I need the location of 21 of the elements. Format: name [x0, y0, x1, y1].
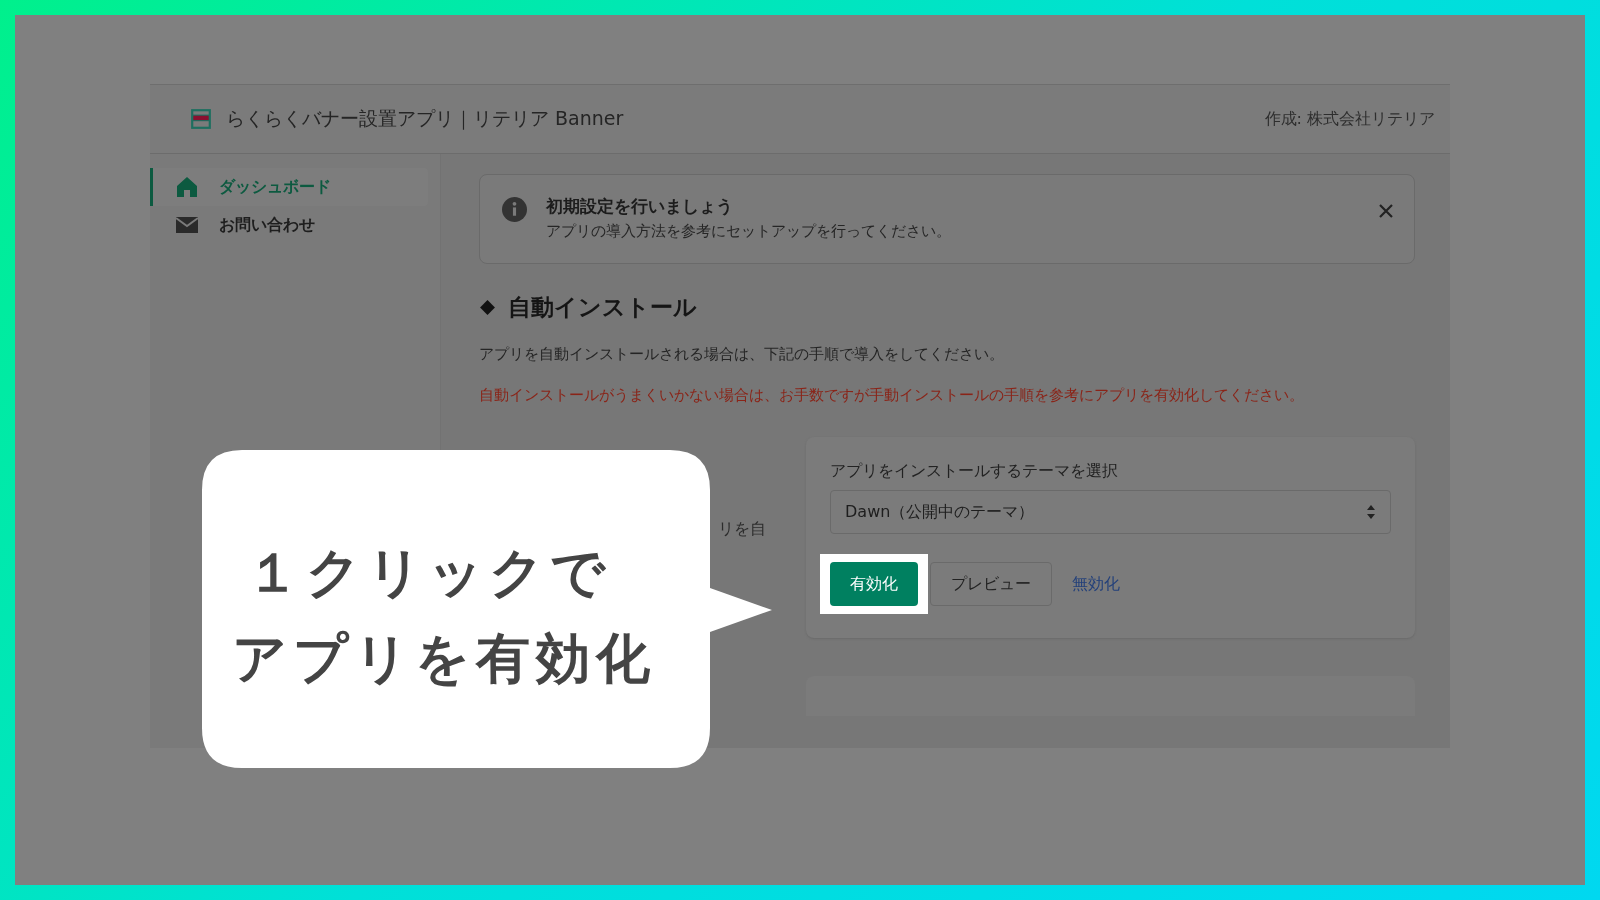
intro-text: アプリを自動インストールされる場合は、下記の手順で導入をしてください。 — [479, 345, 1005, 364]
home-icon — [175, 175, 199, 199]
activate-button[interactable]: 有効化 — [830, 562, 918, 607]
select-label: アプリをインストールするテーマを選択 — [830, 461, 1119, 483]
select-arrows-icon — [1366, 504, 1376, 521]
banner-logo-icon — [190, 108, 212, 130]
notice-text: アプリの導入方法を参考にセットアップを行ってください。 — [546, 222, 952, 241]
section-title: 自動インストール — [508, 293, 697, 322]
app-title: らくらくバナー設置アプリ｜リテリア Banner — [226, 106, 624, 132]
info-icon — [502, 197, 527, 222]
deactivate-link[interactable]: 無効化 — [1072, 573, 1120, 595]
warning-text: 自動インストールがうまくいかない場合は、お手数ですが手動インストールの手順を参考にアプリを有効化してください。 — [479, 385, 1305, 406]
description-text: リを自 — [718, 519, 766, 539]
preview-button[interactable]: プレビュー — [930, 562, 1052, 607]
callout-text: １クリックで アプリを有効化 — [232, 540, 657, 693]
theme-select[interactable]: Dawn（公開中のテーマ） — [830, 490, 1391, 535]
close-icon[interactable] — [1378, 203, 1394, 219]
author-text: 作成: 株式会社リテリア — [1264, 108, 1435, 130]
notice-title: 初期設定を行いましょう — [546, 195, 734, 218]
diamond-icon — [479, 299, 496, 316]
sidebar-item[interactable]: お問い合わせ — [150, 206, 428, 244]
